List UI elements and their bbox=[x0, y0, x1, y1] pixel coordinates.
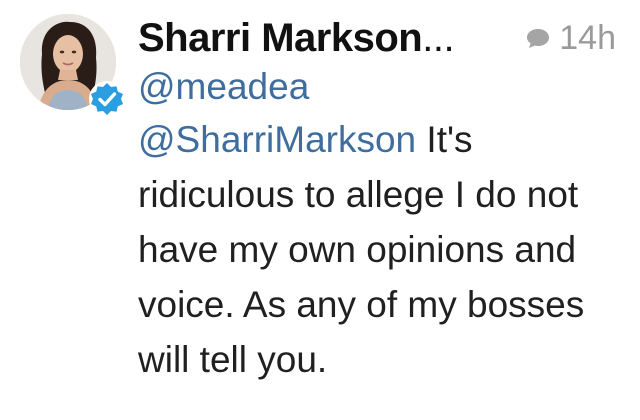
tweet-meta: 14h bbox=[525, 10, 616, 66]
tweet-cell[interactable]: Sharri Markson... 14h @meadea @SharriMar… bbox=[0, 0, 640, 420]
avatar-container[interactable] bbox=[20, 14, 125, 117]
name-ellipsis: ... bbox=[422, 16, 455, 60]
tweet-text: @SharriMarkson It's ridiculous to allege… bbox=[138, 112, 628, 387]
timestamp[interactable]: 14h bbox=[559, 10, 616, 66]
tweet-header: Sharri Markson... 14h bbox=[138, 10, 620, 66]
display-name-text: Sharri Markson bbox=[138, 16, 423, 60]
mention-link[interactable]: @SharriMarkson bbox=[138, 119, 416, 160]
display-name[interactable]: Sharri Markson... bbox=[138, 10, 455, 66]
user-handle[interactable]: @meadea bbox=[138, 60, 309, 114]
verified-check-icon bbox=[88, 80, 126, 118]
speech-bubble-icon bbox=[527, 29, 550, 48]
